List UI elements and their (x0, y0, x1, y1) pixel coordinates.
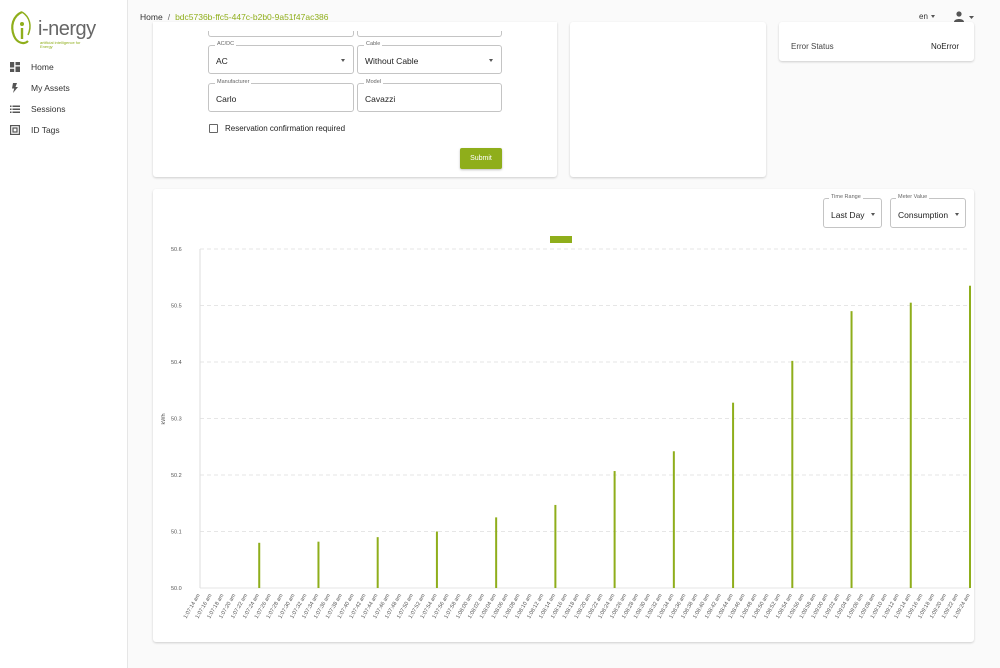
brand-logo[interactable]: i-nergy artificial intelligence for Ener… (8, 8, 108, 49)
chart-bar (791, 360, 794, 588)
manufacturer-label: Manufacturer (215, 79, 252, 85)
model-field[interactable]: Model Cavazzi (357, 79, 502, 112)
logo-tagline: artificial intelligence for Energy (40, 40, 81, 49)
sidebar-item-label: Home (31, 61, 54, 72)
legend-swatch (550, 236, 572, 243)
sidebar-item-id-tags[interactable]: ID Tags (0, 119, 128, 140)
logo-text: i-nergy (38, 18, 96, 40)
chart-bar (258, 542, 261, 588)
language-value: en (919, 12, 928, 21)
meter-value-value: Consumption (898, 210, 949, 220)
y-tick-label: 50.2 (171, 473, 182, 479)
field-above-partial (357, 31, 502, 37)
info-card (570, 22, 766, 177)
meter-value-label: Meter Value (896, 194, 930, 200)
chart-bar (909, 302, 912, 588)
chart-bar (850, 311, 853, 588)
user-menu[interactable] (954, 10, 978, 22)
tag-icon (10, 124, 21, 135)
error-status-label: Error Status (791, 42, 834, 51)
sidebar-item-my-assets[interactable]: My Assets (0, 77, 128, 98)
leaf-icon (11, 10, 31, 45)
chevron-down-icon (341, 59, 345, 62)
chart-bar (613, 471, 616, 588)
y-tick-label: 50.4 (171, 360, 182, 366)
error-status-card: Error Status NoError (779, 22, 974, 61)
breadcrumb-separator: / (167, 12, 171, 22)
model-value: Cavazzi (365, 94, 396, 104)
chevron-down-icon (871, 213, 875, 216)
error-status-value: NoError (930, 42, 959, 51)
meter-chart-card: 50.0 50.1 50.2 50.3 50.4 50.5 50.6 kWh 1:07:14 a… (153, 189, 974, 642)
manufacturer-field[interactable]: Manufacturer Carlo (208, 79, 354, 112)
sidebar-item-label: Sessions (31, 103, 66, 114)
sidebar-item-sessions[interactable]: Sessions (0, 98, 128, 119)
chart-bar (969, 285, 971, 588)
bolt-icon (10, 82, 20, 93)
cable-value: Without Cable (365, 56, 419, 66)
y-tick-label: 50.1 (171, 530, 182, 536)
y-tick-label: 50.0 (171, 586, 182, 592)
manufacturer-value: Carlo (216, 94, 237, 104)
chevron-down-icon (930, 15, 935, 19)
chart-bar (317, 541, 320, 588)
chart-bar (495, 517, 498, 588)
cable-select[interactable]: Cable Without Cable (357, 41, 502, 74)
chart-bar (672, 451, 675, 588)
time-range-select[interactable]: Time Range Last Day (823, 194, 882, 228)
cable-label: Cable (364, 41, 383, 47)
time-range-value: Last Day (831, 210, 865, 220)
chevron-down-icon (489, 59, 493, 62)
chart-bar (732, 402, 735, 588)
acdc-label: AC/DC (215, 41, 237, 47)
dashboard-icon (10, 61, 20, 72)
sidebar-item-label: My Assets (31, 82, 70, 93)
model-label: Model (364, 79, 383, 85)
sidebar-item-home[interactable]: Home (0, 56, 128, 77)
sidebar-item-label: ID Tags (31, 124, 60, 135)
y-tick-label: 50.5 (171, 304, 182, 310)
chart-bar (554, 504, 557, 588)
sidebar: i-nergy artificial intelligence for Ener… (0, 0, 128, 668)
breadcrumb-home[interactable]: Home (140, 12, 163, 22)
y-tick-label: 50.3 (171, 417, 182, 423)
acdc-value: AC (216, 56, 228, 66)
y-axis-label: kWh (161, 414, 167, 425)
list-icon (10, 104, 20, 114)
breadcrumb: Home / bdc5736b-ffc5-447c-b2b0-9a51f47ac38… (140, 12, 329, 22)
time-range-label: Time Range (829, 194, 863, 200)
sidebar-nav: Home My Assets Sessions ID Tags (0, 56, 128, 140)
chart-bar (376, 537, 379, 588)
y-tick-label: 50.6 (171, 247, 182, 253)
breadcrumb-current: bdc5736b-ffc5-447c-b2b0-9a51f47ac386 (175, 12, 329, 22)
language-selector[interactable]: en (919, 12, 935, 21)
chart-bar (435, 531, 438, 588)
acdc-select[interactable]: AC/DC AC (208, 41, 354, 74)
field-above-partial (208, 31, 354, 37)
reservation-checkbox[interactable] (209, 124, 218, 133)
reservation-label: Reservation confirmation required (225, 124, 346, 133)
meter-chart: 50.050.150.250.350.450.550.6kWh1:07:14 a… (161, 236, 972, 620)
meter-value-select[interactable]: Meter Value Consumption (890, 194, 966, 228)
chevron-down-icon (955, 213, 959, 216)
submit-button[interactable]: Submit (460, 148, 502, 169)
